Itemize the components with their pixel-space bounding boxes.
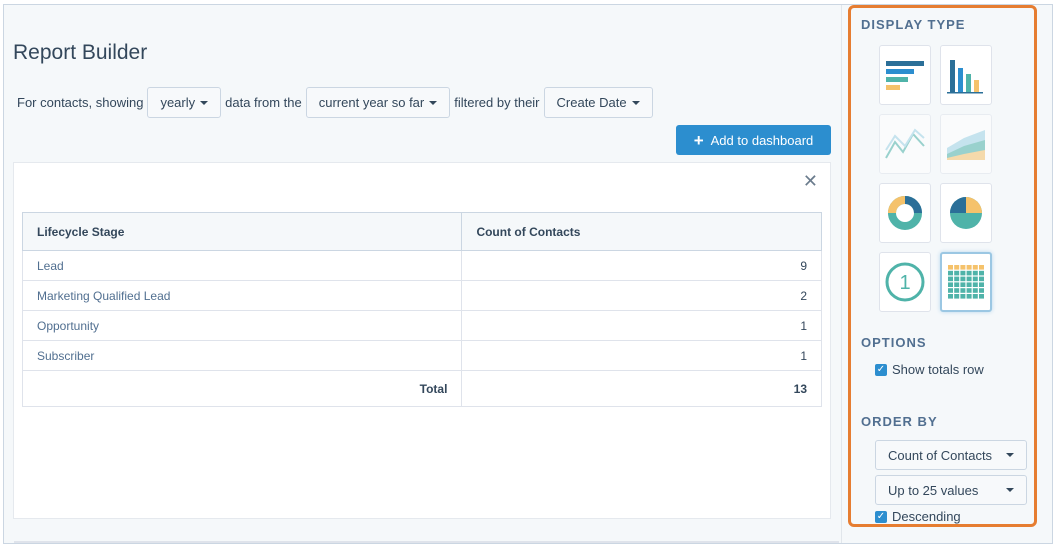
display-type-horizontal-bar[interactable] (879, 45, 931, 105)
table-row: Subscriber 1 (21, 340, 822, 371)
table-row: Opportunity 1 (21, 310, 822, 341)
total-label: Total (21, 370, 463, 407)
close-icon[interactable]: ✕ (803, 171, 818, 192)
filter-mid: data from the (225, 95, 302, 110)
caret-down-icon (1006, 488, 1014, 492)
display-type-line[interactable] (879, 114, 931, 174)
display-type-single-number[interactable]: 1 (879, 252, 931, 312)
frequency-value: yearly (160, 95, 196, 110)
donut-chart-icon (888, 196, 922, 230)
limit-dropdown[interactable]: Up to 25 values (875, 475, 1027, 505)
report-card: ✕ Lifecycle Stage Count of Contacts Lead… (13, 162, 831, 519)
order-field-dropdown[interactable]: Count of Contacts (875, 440, 1027, 470)
add-to-dashboard-button[interactable]: + Add to dashboard (676, 125, 831, 155)
checkbox-checked-icon[interactable]: ✓ (875, 363, 887, 376)
totals-row: Total 13 (21, 370, 822, 407)
descending-label: Descending (892, 509, 961, 524)
divider (14, 541, 839, 543)
table-header-row: Lifecycle Stage Count of Contacts (21, 212, 822, 251)
page-title: Report Builder (13, 41, 148, 64)
stage-cell: Marketing Qualified Lead (21, 280, 463, 311)
caret-down-icon (631, 100, 640, 105)
main-panel: Report Builder For contacts, showing yea… (4, 5, 842, 543)
line-chart-icon (885, 128, 925, 159)
filter-sentence: For contacts, showing yearly data from t… (13, 87, 653, 118)
date-field-value: Create Date (556, 95, 627, 110)
report-table: Lifecycle Stage Count of Contacts Lead 9… (21, 212, 822, 407)
date-range-value: current year so far (318, 95, 425, 110)
horizontal-bar-chart-icon (886, 61, 924, 90)
table-icon (948, 265, 984, 299)
caret-down-icon (1006, 453, 1014, 457)
area-chart-icon (947, 130, 985, 160)
count-cell: 9 (461, 250, 822, 281)
plus-icon: + (693, 130, 704, 150)
display-type-title: DISPLAY TYPE (861, 17, 966, 32)
total-value: 13 (461, 370, 822, 407)
order-by-title: ORDER BY (861, 414, 938, 429)
column-header-count[interactable]: Count of Contacts (461, 212, 822, 251)
display-type-vertical-bar[interactable] (940, 45, 992, 105)
column-header-stage[interactable]: Lifecycle Stage (21, 212, 463, 251)
display-type-donut[interactable] (879, 183, 931, 243)
table-row: Lead 9 (21, 250, 822, 281)
frequency-dropdown[interactable]: yearly (147, 87, 222, 118)
descending-option[interactable]: ✓ Descending (875, 509, 961, 524)
settings-sidebar: DISPLAY TYPE 1 OPTIONS ✓ Show totals row… (848, 5, 1037, 527)
pie-chart-icon (950, 197, 982, 229)
stage-cell: Lead (21, 250, 463, 281)
table-row: Marketing Qualified Lead 2 (21, 280, 822, 311)
stage-cell: Opportunity (21, 310, 463, 341)
date-field-dropdown[interactable]: Create Date (543, 87, 653, 118)
count-cell: 2 (461, 280, 822, 311)
caret-down-icon (200, 100, 209, 105)
count-cell: 1 (461, 310, 822, 341)
show-totals-label: Show totals row (892, 362, 984, 377)
display-type-area[interactable] (940, 114, 992, 174)
count-cell: 1 (461, 340, 822, 371)
caret-down-icon (429, 100, 438, 105)
date-range-dropdown[interactable]: current year so far (305, 87, 451, 118)
show-totals-option[interactable]: ✓ Show totals row (875, 362, 984, 377)
filter-suffix: filtered by their (454, 95, 540, 110)
stage-cell: Subscriber (21, 340, 463, 371)
vertical-bar-chart-icon (947, 60, 983, 94)
order-field-value: Count of Contacts (888, 447, 993, 463)
add-to-dashboard-label: Add to dashboard (710, 132, 814, 148)
display-type-table[interactable] (940, 252, 992, 312)
filter-prefix: For contacts, showing (17, 95, 144, 110)
single-number-glyph: 1 (899, 272, 910, 294)
single-number-icon: 1 (885, 262, 925, 302)
checkbox-checked-icon[interactable]: ✓ (875, 510, 887, 523)
display-type-pie[interactable] (940, 183, 992, 243)
options-title: OPTIONS (861, 335, 927, 350)
limit-value: Up to 25 values (888, 482, 979, 498)
